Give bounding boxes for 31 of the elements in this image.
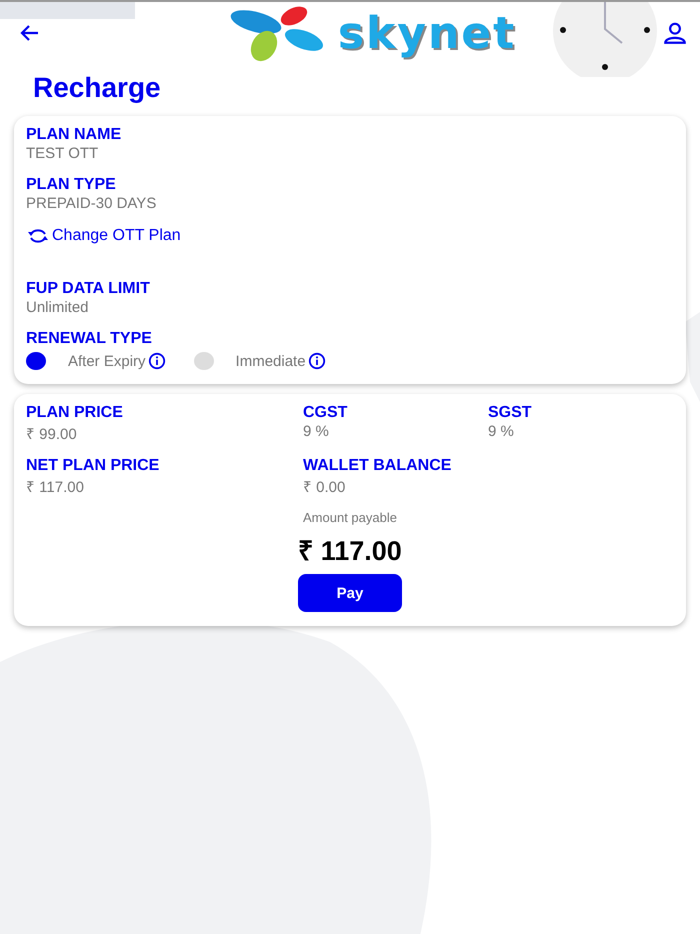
- info-icon[interactable]: [308, 352, 326, 370]
- field-label: FUP DATA LIMIT: [26, 280, 151, 298]
- clock-icon: [552, 2, 658, 77]
- field-value: ₹ 99.00: [26, 425, 78, 443]
- field-label: PLAN NAME: [26, 126, 122, 144]
- field-value: 9 %: [303, 423, 330, 440]
- pay-button[interactable]: Pay: [298, 574, 402, 612]
- field-label: PLAN TYPE: [26, 176, 117, 194]
- field-label: RENEWAL TYPE: [26, 330, 153, 348]
- page-title: Recharge: [33, 72, 162, 104]
- info-icon[interactable]: [148, 352, 166, 370]
- field-label: SGST: [488, 404, 533, 422]
- renewal-option[interactable]: After Expiry: [26, 352, 166, 370]
- field-label: WALLET BALANCE: [303, 457, 452, 475]
- field-value: ₹ 0.00: [303, 478, 346, 496]
- field-value: TEST OTT: [26, 145, 100, 162]
- field-value: PREPAID-30 DAYS: [26, 195, 158, 212]
- field-label: CGST: [303, 404, 348, 422]
- field-value: 9 %: [488, 423, 515, 440]
- field-value: ₹ 117.00: [26, 478, 85, 496]
- field-label: NET PLAN PRICE: [26, 457, 160, 475]
- field-label: PLAN PRICE: [26, 404, 124, 422]
- user-icon[interactable]: [662, 20, 688, 46]
- amount-payable: ₹ 117.00: [298, 535, 402, 568]
- amount-label: Amount payable: [303, 510, 397, 525]
- logo-text: skynet: [338, 8, 516, 58]
- renewal-option[interactable]: Immediate: [194, 352, 326, 370]
- radio-dot[interactable]: [26, 352, 46, 370]
- field-value: Unlimited: [26, 299, 90, 316]
- change-plan-link[interactable]: Change OTT Plan: [26, 226, 181, 246]
- radio-dot[interactable]: [194, 352, 214, 370]
